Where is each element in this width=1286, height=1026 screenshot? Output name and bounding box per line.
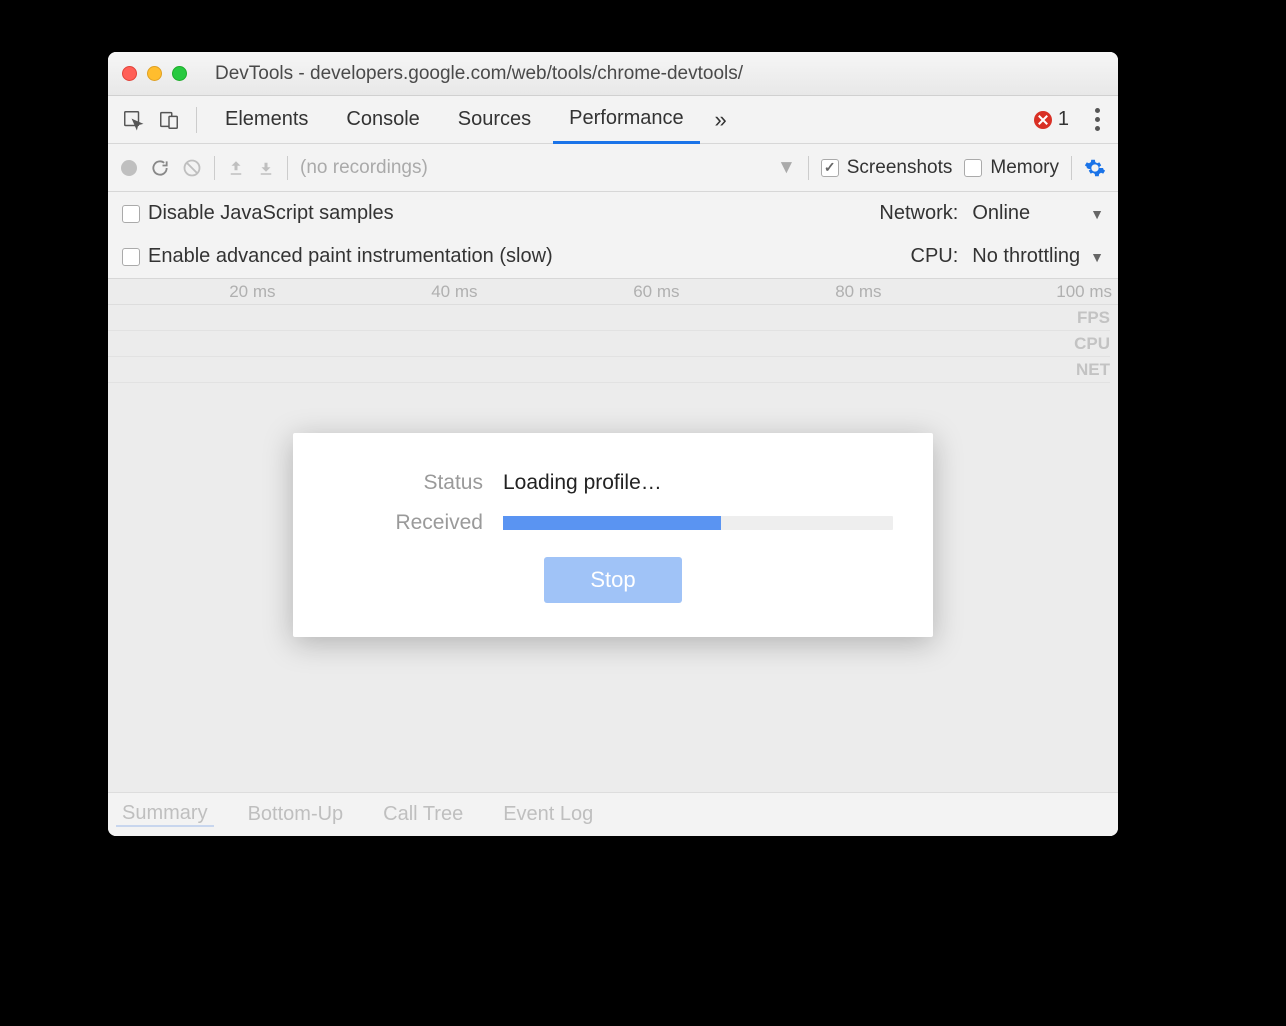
checkbox-icon xyxy=(821,159,839,177)
devtools-window: DevTools - developers.google.com/web/too… xyxy=(108,52,1118,836)
ruler-tick: 20 ms xyxy=(229,282,275,302)
checkbox-icon xyxy=(964,159,982,177)
disable-js-checkbox[interactable]: Disable JavaScript samples xyxy=(122,202,394,225)
cpu-label: CPU: xyxy=(911,245,959,268)
tab-performance[interactable]: Performance xyxy=(553,97,700,144)
tab-sources[interactable]: Sources xyxy=(442,96,547,143)
ruler-tick: 80 ms xyxy=(835,282,881,302)
details-tab-bar: Summary Bottom-Up Call Tree Event Log xyxy=(108,792,1118,836)
lane-fps: FPS xyxy=(108,305,1110,331)
separator xyxy=(287,156,288,180)
performance-toolbar: (no recordings) ▼ Screenshots Memory xyxy=(108,144,1118,192)
disable-js-label: Disable JavaScript samples xyxy=(148,202,394,225)
close-window-button[interactable] xyxy=(122,66,137,81)
network-dropdown[interactable]: Online ▼ xyxy=(972,202,1104,225)
memory-label: Memory xyxy=(990,157,1059,179)
tab-summary[interactable]: Summary xyxy=(116,802,214,827)
upload-icon[interactable] xyxy=(227,159,245,177)
memory-checkbox[interactable]: Memory xyxy=(964,157,1059,179)
zoom-window-button[interactable] xyxy=(172,66,187,81)
tab-elements[interactable]: Elements xyxy=(209,96,324,143)
progress-fill xyxy=(503,516,721,530)
timeline-lanes: FPS CPU NET xyxy=(108,305,1118,383)
network-value: Online xyxy=(972,202,1030,225)
error-badge[interactable]: 1 xyxy=(1034,108,1069,131)
download-icon[interactable] xyxy=(257,159,275,177)
minimize-window-button[interactable] xyxy=(147,66,162,81)
ruler-tick: 40 ms xyxy=(431,282,477,302)
status-value: Loading profile… xyxy=(503,471,662,495)
chevron-down-icon: ▼ xyxy=(1090,206,1104,222)
cpu-dropdown[interactable]: No throttling ▼ xyxy=(972,245,1104,268)
ruler-tick: 60 ms xyxy=(633,282,679,302)
tab-bottom-up[interactable]: Bottom-Up xyxy=(242,803,350,826)
chevron-down-icon: ▼ xyxy=(777,157,796,179)
inspect-element-icon[interactable] xyxy=(118,105,148,135)
clear-icon[interactable] xyxy=(182,158,202,178)
settings-row-2: Enable advanced paint instrumentation (s… xyxy=(108,235,1118,278)
recordings-placeholder: (no recordings) xyxy=(300,157,428,179)
tab-event-log[interactable]: Event Log xyxy=(497,803,599,826)
chevron-down-icon: ▼ xyxy=(1090,249,1104,265)
window-titlebar: DevTools - developers.google.com/web/too… xyxy=(108,52,1118,96)
error-count: 1 xyxy=(1058,108,1069,131)
main-tab-bar: Elements Console Sources Performance » 1 xyxy=(108,96,1118,144)
network-label: Network: xyxy=(879,202,958,225)
lane-net: NET xyxy=(108,357,1110,383)
timeline-area: 20 ms 40 ms 60 ms 80 ms 100 ms FPS CPU N… xyxy=(108,279,1118,792)
enable-paint-checkbox[interactable]: Enable advanced paint instrumentation (s… xyxy=(122,245,553,268)
lane-cpu: CPU xyxy=(108,331,1110,357)
kebab-menu-icon[interactable] xyxy=(1087,108,1108,131)
screenshots-checkbox[interactable]: Screenshots xyxy=(821,157,953,179)
screenshots-label: Screenshots xyxy=(847,157,953,179)
progress-bar xyxy=(503,516,893,530)
received-label: Received xyxy=(333,511,483,535)
settings-row-1: Disable JavaScript samples Network: Onli… xyxy=(108,192,1118,235)
error-icon xyxy=(1034,111,1052,129)
tab-call-tree[interactable]: Call Tree xyxy=(377,803,469,826)
separator xyxy=(214,156,215,180)
reload-icon[interactable] xyxy=(150,158,170,178)
separator xyxy=(1071,156,1072,180)
enable-paint-label: Enable advanced paint instrumentation (s… xyxy=(148,245,553,268)
cpu-value: No throttling xyxy=(972,245,1080,268)
tab-console[interactable]: Console xyxy=(330,96,435,143)
time-ruler: 20 ms 40 ms 60 ms 80 ms 100 ms xyxy=(108,279,1118,305)
traffic-lights xyxy=(122,66,187,81)
checkbox-icon xyxy=(122,248,140,266)
loading-dialog: Status Loading profile… Received Stop xyxy=(293,433,933,637)
capture-settings: Disable JavaScript samples Network: Onli… xyxy=(108,192,1118,279)
divider xyxy=(196,107,197,133)
separator xyxy=(808,156,809,180)
stop-button[interactable]: Stop xyxy=(544,557,681,603)
gear-icon[interactable] xyxy=(1084,157,1106,179)
ruler-tick: 100 ms xyxy=(1056,282,1112,302)
checkbox-icon xyxy=(122,205,140,223)
record-icon[interactable] xyxy=(120,159,138,177)
recordings-dropdown[interactable]: (no recordings) ▼ xyxy=(300,157,796,179)
device-toggle-icon[interactable] xyxy=(154,105,184,135)
more-tabs-icon[interactable]: » xyxy=(706,105,736,135)
window-title: DevTools - developers.google.com/web/too… xyxy=(215,63,743,85)
status-label: Status xyxy=(333,471,483,495)
